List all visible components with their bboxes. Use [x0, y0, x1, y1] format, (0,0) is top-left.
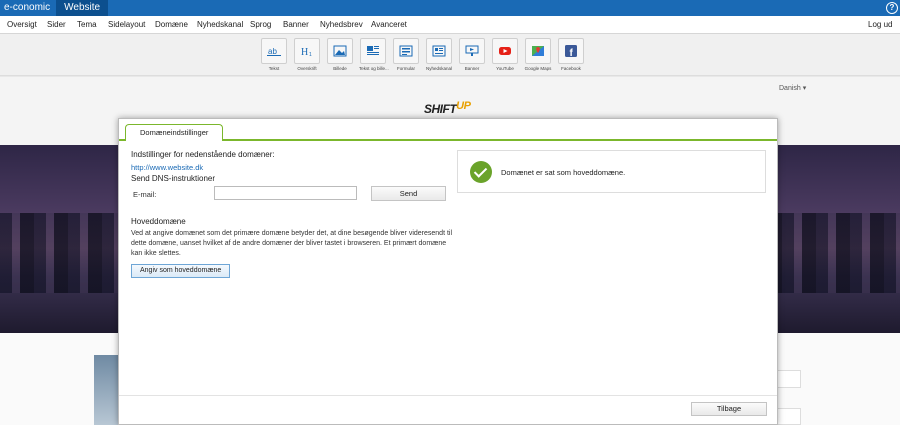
maps-icon — [532, 46, 544, 56]
menu-item-sidelayout[interactable]: Sidelayout — [108, 16, 145, 34]
main-menu: Oversigt Sider Tema Sidelayout Domæne Ny… — [0, 16, 900, 34]
banner-icon — [465, 45, 479, 56]
site-logo: SHIFTUP — [424, 100, 471, 116]
facebook-icon: f — [565, 45, 577, 57]
form-icon — [399, 45, 413, 57]
logout-link[interactable]: Log ud — [868, 16, 892, 34]
tool-youtube[interactable]: YouTube — [491, 38, 519, 71]
domain-settings-dialog: Domæneindstillinger Indstillinger for ne… — [118, 118, 778, 425]
menu-item-nyhedskanal[interactable]: Nyhedskanal — [197, 16, 243, 34]
svg-text:1: 1 — [309, 52, 312, 57]
settings-panel: Indstillinger for nedenstående domæner: … — [131, 150, 452, 278]
checkmark-icon — [470, 161, 492, 183]
svg-text:ab: ab — [268, 47, 277, 56]
settings-heading: Indstillinger for nedenstående domæner: — [131, 150, 275, 159]
tool-banner[interactable]: Banner — [458, 38, 486, 71]
email-field[interactable] — [214, 186, 357, 200]
menu-item-avanceret[interactable]: Avanceret — [371, 16, 407, 34]
tool-text-image[interactable]: Tekst og bille... — [359, 38, 389, 71]
menu-item-sprog[interactable]: Sprog — [250, 16, 271, 34]
menu-item-domaene[interactable]: Domæne — [155, 16, 188, 34]
website-tab[interactable]: Website — [56, 0, 109, 16]
back-button[interactable]: Tilbage — [691, 402, 767, 416]
tab-domain-settings[interactable]: Domæneindstillinger — [125, 124, 224, 141]
menu-item-banner[interactable]: Banner — [283, 16, 309, 34]
domain-link[interactable]: http://www.website.dk — [131, 163, 451, 172]
notice-text: Domænet er sat som hoveddomæne. — [501, 168, 626, 177]
tool-news[interactable]: Nyhedskanal — [425, 38, 453, 71]
youtube-icon — [499, 47, 511, 55]
email-row: E-mail: Send — [131, 185, 451, 205]
send-button[interactable]: Send — [371, 186, 446, 201]
background-input — [776, 370, 801, 388]
tool-form[interactable]: Formular — [392, 38, 420, 71]
brand-name[interactable]: e-conomic — [0, 0, 56, 16]
news-icon — [432, 45, 446, 57]
footer-divider — [119, 395, 777, 396]
primary-domain-description: Ved at angive domænet som det primære do… — [131, 230, 453, 257]
menu-item-tema[interactable]: Tema — [77, 16, 97, 34]
tool-facebook[interactable]: f Facebook — [557, 38, 585, 71]
primary-domain-heading: Hoveddomæne — [131, 217, 186, 226]
image-icon — [333, 45, 347, 57]
top-bar: e-conomic Website ? — [0, 0, 900, 16]
menu-item-oversigt[interactable]: Oversigt — [7, 16, 37, 34]
menu-item-nyhedsbrev[interactable]: Nyhedsbrev — [320, 16, 363, 34]
content-toolbar: ab Tekst H1 Overskrift Billede Tekst og … — [0, 34, 900, 76]
menu-item-sider[interactable]: Sider — [47, 16, 66, 34]
tool-google-maps[interactable]: Google Maps — [524, 38, 552, 71]
tool-heading[interactable]: H1 Overskrift — [293, 38, 321, 71]
content-image — [94, 355, 120, 425]
text-icon: ab — [267, 47, 281, 56]
tool-image[interactable]: Billede — [326, 38, 354, 71]
help-icon[interactable]: ? — [886, 2, 898, 14]
background-input — [776, 408, 801, 425]
set-primary-domain-button[interactable]: Angiv som hoveddomæne — [131, 264, 231, 278]
tool-text[interactable]: ab Tekst — [260, 38, 288, 71]
language-select[interactable]: Danish ▾ — [779, 84, 806, 92]
svg-text:H: H — [301, 47, 308, 57]
success-notice: Domænet er sat som hoveddomæne. — [457, 150, 766, 193]
text-image-icon — [367, 46, 379, 55]
email-label: E-mail: — [133, 190, 157, 199]
heading-icon: H1 — [301, 47, 312, 57]
dns-heading: Send DNS-instruktioner — [131, 174, 216, 183]
